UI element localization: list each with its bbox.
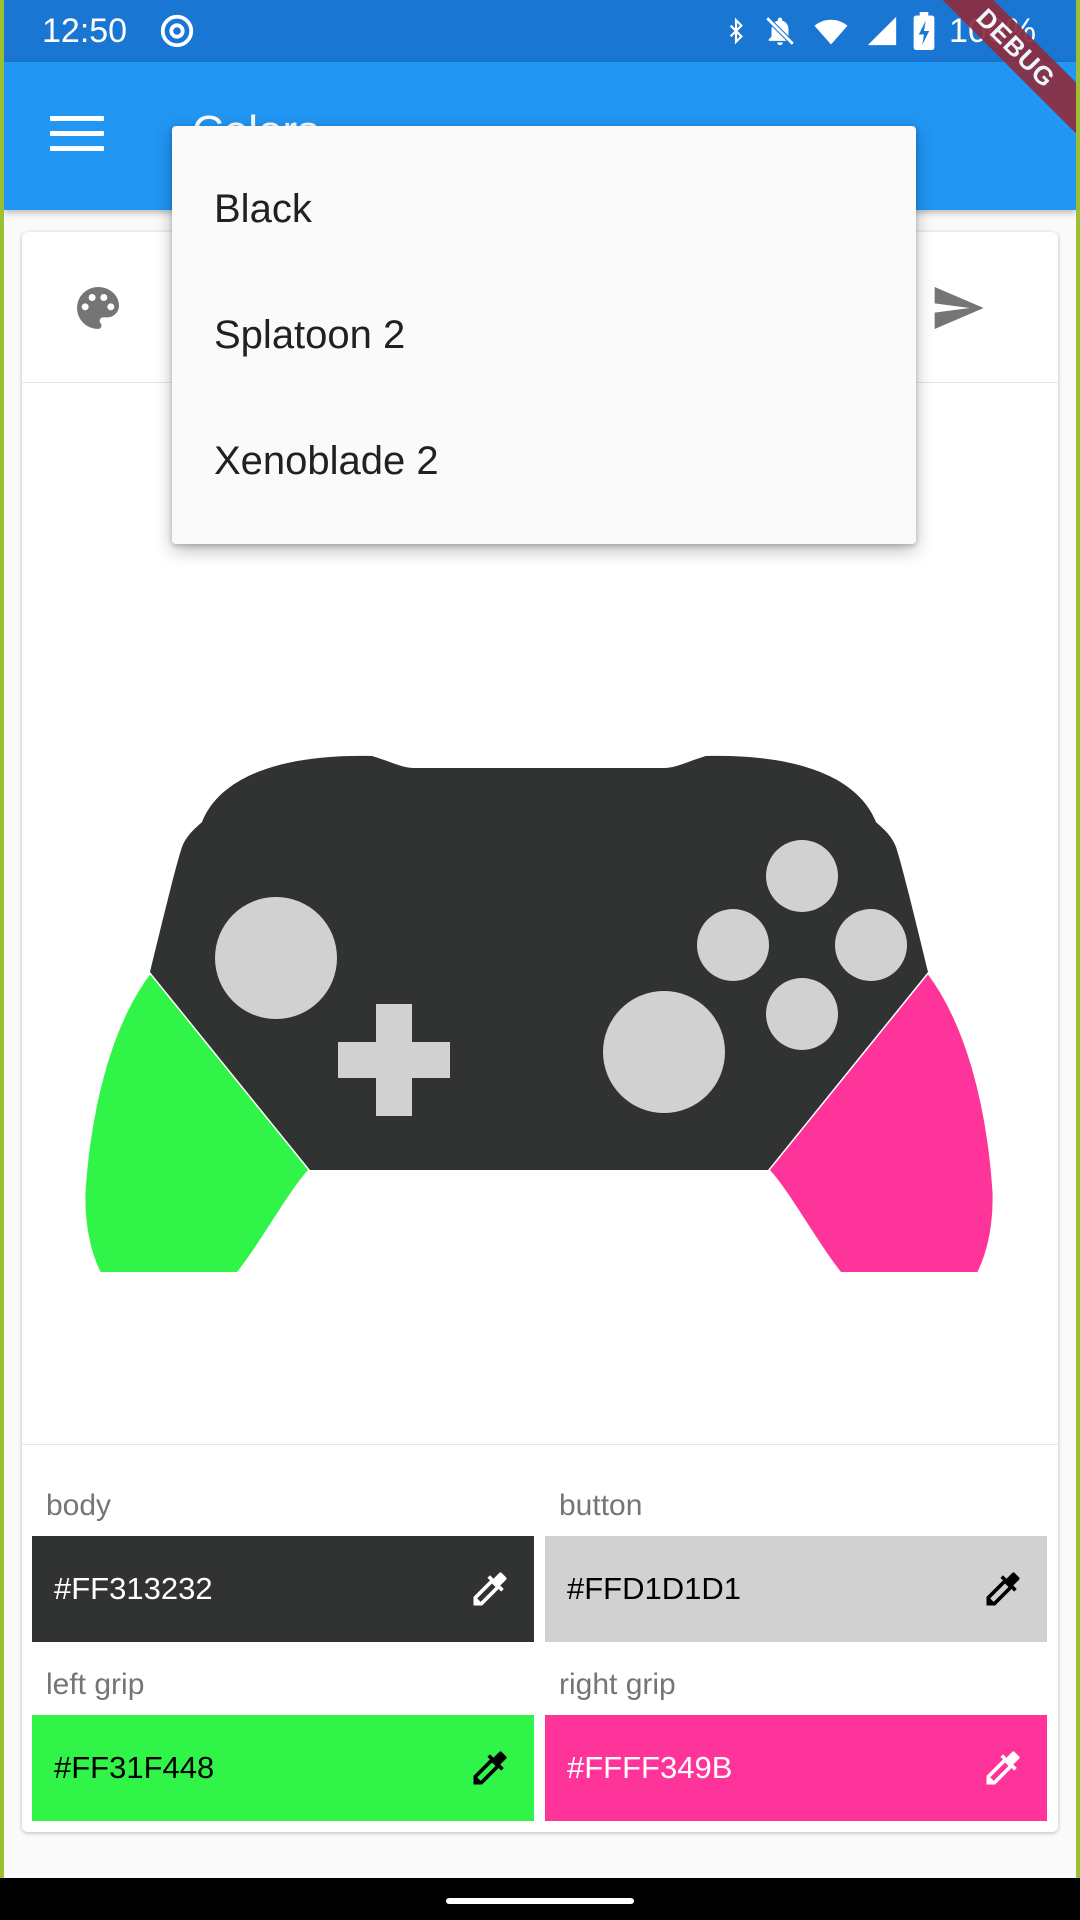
status-time: 12:50 xyxy=(42,12,128,50)
face-button-left[interactable] xyxy=(697,909,769,981)
right-grip-color-label: right grip xyxy=(559,1668,676,1701)
button-color-label: button xyxy=(559,1489,643,1522)
preset-option-black[interactable]: Black xyxy=(214,146,874,272)
status-bar: 12:50 100% xyxy=(4,0,1076,62)
preset-option-splatoon-2[interactable]: Splatoon 2 xyxy=(214,272,874,398)
right-grip-color-value[interactable]: #FFFF349B xyxy=(567,1750,981,1786)
app-screen: 12:50 100% Colors DEBUG xyxy=(4,0,1076,1878)
colorize-icon[interactable] xyxy=(468,1746,512,1790)
navigation-bar xyxy=(0,1878,1080,1920)
bluetooth-icon xyxy=(729,17,743,45)
body-color-label: body xyxy=(46,1489,112,1522)
right-grip-color-field[interactable]: #FFFF349B xyxy=(545,1715,1047,1821)
body-color-value[interactable]: #FF313232 xyxy=(54,1571,468,1607)
face-button-top[interactable] xyxy=(766,840,838,912)
left-grip-color-field[interactable]: #FF31F448 xyxy=(32,1715,534,1821)
left-grip-color-label: left grip xyxy=(46,1668,145,1701)
colorize-icon[interactable] xyxy=(468,1567,512,1611)
cell-signal-icon xyxy=(867,16,897,46)
face-button-right[interactable] xyxy=(835,909,907,981)
colorize-icon[interactable] xyxy=(981,1746,1025,1790)
body-color-field[interactable]: #FF313232 xyxy=(32,1536,534,1642)
divider xyxy=(22,1444,1058,1445)
button-color-value[interactable]: #FFD1D1D1 xyxy=(567,1571,981,1607)
send-icon[interactable] xyxy=(928,280,988,336)
controller-preview xyxy=(82,755,996,1272)
palette-icon[interactable] xyxy=(70,280,126,336)
left-stick[interactable] xyxy=(215,897,337,1019)
at-sign-icon xyxy=(160,14,194,48)
battery-charging-icon xyxy=(913,12,935,50)
face-button-bottom[interactable] xyxy=(766,978,838,1050)
preset-dropdown-menu: Black Splatoon 2 Xenoblade 2 xyxy=(172,126,916,544)
button-color-field[interactable]: #FFD1D1D1 xyxy=(545,1536,1047,1642)
menu-icon[interactable] xyxy=(50,116,104,156)
colorize-icon[interactable] xyxy=(981,1567,1025,1611)
left-grip-color-value[interactable]: #FF31F448 xyxy=(54,1750,468,1786)
wifi-icon xyxy=(814,19,848,45)
preset-option-xenoblade-2[interactable]: Xenoblade 2 xyxy=(214,398,874,524)
right-stick[interactable] xyxy=(603,991,725,1113)
notifications-off-icon xyxy=(765,16,795,46)
home-gesture-handle[interactable] xyxy=(446,1898,634,1904)
